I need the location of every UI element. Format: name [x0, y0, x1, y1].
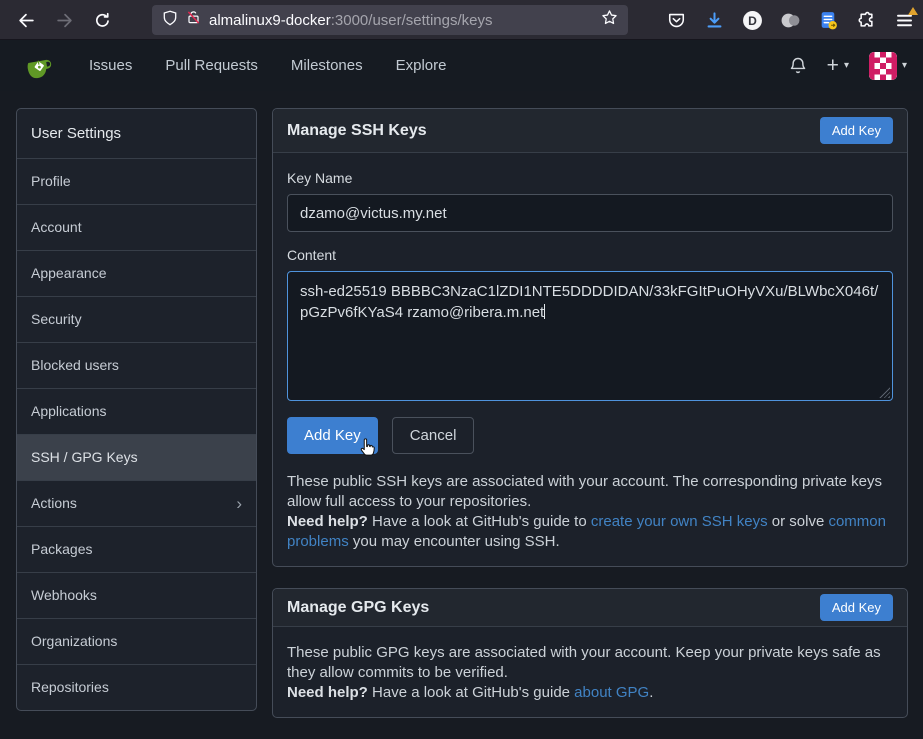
key-content-textarea[interactable]: ssh-ed25519 BBBBC3NzaC1lZDI1NTE5DDDDIDAN… [287, 271, 893, 401]
key-content-line1: ssh-ed25519 BBBBC3NzaC1lZDI1NTE5DDDDIDAN… [300, 281, 880, 302]
nav-link-issues[interactable]: Issues [89, 57, 132, 74]
settings-page: User Settings Profile Account Appearance… [0, 91, 923, 734]
sidebar-item-organizations[interactable]: Organizations [17, 618, 256, 664]
browser-extension-area: D [665, 4, 915, 36]
sidebar-item-profile[interactable]: Profile [17, 158, 256, 204]
back-icon[interactable] [10, 4, 42, 36]
insecure-lock-icon[interactable] [186, 10, 201, 30]
text-caret [544, 304, 545, 319]
navbar-right: + ▾ ▾ [789, 52, 907, 80]
pocket-icon[interactable] [665, 9, 687, 31]
ssh-panel-body: Key Name Content ssh-ed25519 BBBBC3NzaC1… [273, 153, 907, 566]
ssh-help-text: These public SSH keys are associated wit… [287, 472, 893, 552]
browser-toolbar: almalinux9-docker:3000/user/settings/key… [0, 0, 923, 40]
sidebar-item-actions[interactable]: Actions› [17, 480, 256, 526]
caret-down-icon: ▾ [844, 60, 849, 71]
nav-link-milestones[interactable]: Milestones [291, 57, 363, 74]
url-bar[interactable]: almalinux9-docker:3000/user/settings/key… [152, 5, 628, 35]
key-name-input[interactable] [287, 194, 893, 232]
caret-down-icon: ▾ [902, 60, 907, 71]
create-new-button[interactable]: + ▾ [827, 55, 849, 76]
gray-extension-icon[interactable] [779, 9, 801, 31]
sidebar-item-applications[interactable]: Applications [17, 388, 256, 434]
manage-ssh-keys-panel: Manage SSH Keys Add Key Key Name Content… [272, 108, 908, 567]
key-name-label: Key Name [287, 170, 893, 186]
update-badge [908, 7, 918, 15]
gpg-panel-header: Manage GPG Keys Add Key [273, 589, 907, 627]
create-ssh-keys-link[interactable]: create your own SSH keys [591, 513, 768, 530]
gpg-add-key-toggle-button[interactable]: Add Key [820, 594, 893, 621]
bookmark-star-icon[interactable] [601, 9, 618, 31]
sidebar-item-packages[interactable]: Packages [17, 526, 256, 572]
form-buttons: Add Key Cancel [287, 417, 893, 454]
user-menu-button[interactable]: ▾ [869, 52, 907, 80]
resize-handle[interactable] [879, 387, 890, 398]
sidebar-title: User Settings [17, 109, 256, 158]
nav-link-pull-requests[interactable]: Pull Requests [165, 57, 258, 74]
nav-link-explore[interactable]: Explore [396, 57, 447, 74]
sidebar-item-ssh-gpg-keys[interactable]: SSH / GPG Keys [17, 434, 256, 480]
sidebar-item-blocked-users[interactable]: Blocked users [17, 342, 256, 388]
cancel-button[interactable]: Cancel [392, 417, 475, 454]
app-menu-icon[interactable] [893, 9, 915, 31]
puzzle-extensions-icon[interactable] [855, 9, 877, 31]
reload-icon[interactable] [86, 4, 118, 36]
svg-text:D: D [748, 13, 757, 27]
sidebar-item-repositories[interactable]: Repositories [17, 664, 256, 710]
settings-main: Manage SSH Keys Add Key Key Name Content… [272, 108, 908, 739]
settings-sidebar: User Settings Profile Account Appearance… [16, 108, 257, 711]
gpg-panel-title: Manage GPG Keys [287, 599, 429, 617]
browser-nav-buttons [10, 4, 118, 36]
sidebar-item-webhooks[interactable]: Webhooks [17, 572, 256, 618]
tracking-shield-icon[interactable] [162, 10, 178, 31]
duckduckgo-extension-icon[interactable]: D [741, 9, 763, 31]
plus-icon: + [827, 55, 839, 76]
ssh-add-key-toggle-button[interactable]: Add Key [820, 117, 893, 144]
downloads-icon[interactable] [703, 9, 725, 31]
gpg-panel-body: These public GPG keys are associated wit… [273, 627, 907, 717]
manage-gpg-keys-panel: Manage GPG Keys Add Key These public GPG… [272, 588, 908, 718]
notifications-bell-icon[interactable] [789, 56, 807, 75]
ssh-panel-header: Manage SSH Keys Add Key [273, 109, 907, 153]
gpg-help-text: These public GPG keys are associated wit… [287, 643, 893, 703]
forward-icon[interactable] [48, 4, 80, 36]
avatar [869, 52, 897, 80]
reader-document-icon[interactable] [817, 9, 839, 31]
add-key-submit-button[interactable]: Add Key [287, 417, 378, 454]
key-content-line2: pGzPv6fKYaS4 rzamo@ribera.m.net [300, 304, 544, 321]
gitea-logo-icon[interactable] [24, 50, 56, 82]
about-gpg-link[interactable]: about GPG [574, 684, 649, 701]
sidebar-item-security[interactable]: Security [17, 296, 256, 342]
ssh-panel-title: Manage SSH Keys [287, 122, 427, 140]
gitea-navbar: Issues Pull Requests Milestones Explore … [0, 40, 923, 91]
sidebar-item-appearance[interactable]: Appearance [17, 250, 256, 296]
chevron-right-icon: › [236, 495, 242, 512]
url-text: almalinux9-docker:3000/user/settings/key… [209, 12, 493, 29]
content-label: Content [287, 247, 893, 263]
sidebar-item-account[interactable]: Account [17, 204, 256, 250]
